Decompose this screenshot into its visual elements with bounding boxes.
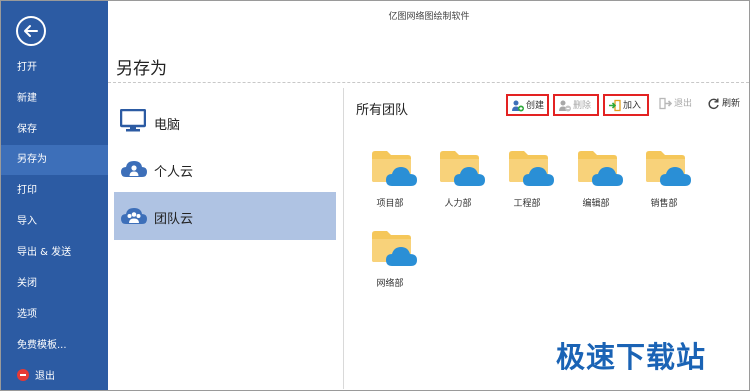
- quit-button[interactable]: 退出: [656, 94, 700, 116]
- sidebar-item-label: 打印: [17, 185, 37, 196]
- join-button[interactable]: 加入: [603, 94, 649, 116]
- app-title: 亿图网络图绘制软件: [388, 12, 470, 22]
- sidebar-item-label: 免费模板...: [17, 340, 67, 351]
- join-label: 加入: [623, 101, 642, 111]
- folder-item[interactable]: 销售部: [634, 146, 694, 216]
- sidebar: 打开 新建 保存 另存为 打印 导入 导出 & 发送 关闭 选项 免费模板...…: [1, 1, 108, 390]
- sidebar-item-label: 保存: [17, 124, 37, 135]
- sidebar-item-print[interactable]: 打印: [1, 176, 108, 206]
- sidebar-item-label: 打开: [17, 62, 37, 73]
- sidebar-item-save[interactable]: 保存: [1, 115, 108, 145]
- sidebar-item-free-templates[interactable]: 免费模板...: [1, 331, 108, 361]
- page-title: 另存为: [116, 59, 167, 79]
- sidebar-item-export-send[interactable]: 导出 & 发送: [1, 238, 108, 268]
- refresh-icon: [708, 98, 719, 109]
- sidebar-item-import[interactable]: 导入: [1, 207, 108, 237]
- cloud-folder-icon: [372, 231, 417, 266]
- remove-user-icon: [559, 100, 571, 112]
- add-user-icon: [512, 100, 524, 112]
- location-personal-cloud[interactable]: 个人云: [114, 145, 336, 193]
- sidebar-item-close[interactable]: 关闭: [1, 269, 108, 299]
- sidebar-item-label: 新建: [17, 93, 37, 104]
- panel-title: 所有团队: [356, 103, 409, 118]
- folder-label: 编辑部: [582, 199, 610, 209]
- arrow-left-icon: [24, 25, 38, 37]
- cloud-folder-icon: [440, 151, 485, 186]
- location-computer[interactable]: 电脑: [114, 98, 336, 146]
- quit-icon: [659, 97, 672, 110]
- cloud-folder-icon: [646, 151, 691, 186]
- back-button[interactable]: [16, 16, 46, 46]
- folder-label: 人力部: [444, 199, 472, 209]
- location-label: 电脑: [154, 118, 181, 133]
- sidebar-item-options[interactable]: 选项: [1, 300, 108, 330]
- sidebar-item-label: 另存为: [17, 154, 47, 165]
- sidebar-item-label: 导出 & 发送: [17, 247, 72, 258]
- folder-item[interactable]: 网络部: [360, 226, 420, 296]
- sidebar-item-label: 导入: [17, 216, 37, 227]
- folder-label: 工程部: [513, 199, 541, 209]
- panel-divider: [343, 88, 344, 389]
- sidebar-item-label: 选项: [17, 309, 37, 320]
- join-icon: [609, 99, 621, 112]
- quit-label: 退出: [674, 99, 693, 109]
- folder-label: 网络部: [376, 279, 404, 289]
- sidebar-item-label: 退出: [35, 371, 55, 382]
- folder-label: 销售部: [650, 199, 678, 209]
- delete-label: 删除: [573, 101, 592, 111]
- divider: [108, 82, 749, 83]
- folder-item[interactable]: 项目部: [360, 146, 420, 216]
- person-cloud-icon: [121, 161, 147, 177]
- sidebar-item-open[interactable]: 打开: [1, 53, 108, 83]
- location-team-cloud[interactable]: 团队云: [114, 192, 336, 240]
- refresh-label: 刷新: [722, 99, 741, 109]
- refresh-button[interactable]: 刷新: [704, 94, 748, 116]
- sidebar-item-new[interactable]: 新建: [1, 84, 108, 114]
- cloud-folder-icon: [578, 151, 623, 186]
- exit-icon: [17, 369, 29, 381]
- create-label: 创建: [526, 101, 545, 111]
- cloud-folder-icon: [372, 151, 417, 186]
- watermark: 极速下载站: [556, 340, 707, 374]
- sidebar-item-label: 关闭: [17, 278, 37, 289]
- folder-item[interactable]: 编辑部: [566, 146, 626, 216]
- folder-label: 项目部: [376, 199, 404, 209]
- location-label: 个人云: [154, 165, 194, 180]
- folder-item[interactable]: 工程部: [497, 146, 557, 216]
- create-button[interactable]: 创建: [506, 94, 549, 116]
- cloud-folder-icon: [509, 151, 554, 186]
- sidebar-item-save-as[interactable]: 另存为: [1, 145, 108, 175]
- folder-item[interactable]: 人力部: [428, 146, 488, 216]
- location-label: 团队云: [154, 212, 194, 227]
- monitor-icon: [120, 109, 146, 132]
- team-cloud-icon: [121, 208, 147, 224]
- delete-button[interactable]: 删除: [553, 94, 599, 116]
- sidebar-item-exit[interactable]: 退出: [1, 362, 108, 391]
